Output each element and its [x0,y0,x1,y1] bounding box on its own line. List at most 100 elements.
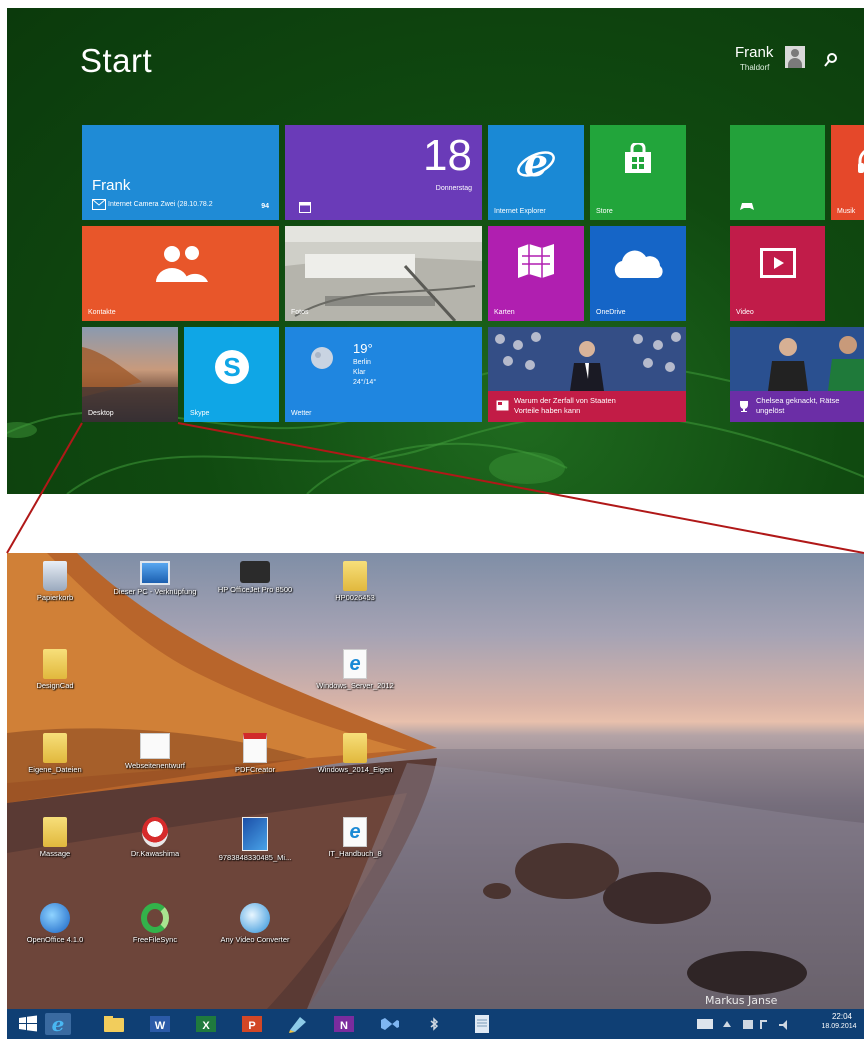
user-name[interactable]: Frank [735,44,773,61]
tile-skype[interactable]: S Skype [184,327,279,422]
explorer-icon[interactable] [101,1013,127,1035]
news-headline-line2: Vorteile haben kann [514,406,581,415]
desktop-icon-designcad[interactable]: DesignCad [10,649,100,690]
desktop-icon-openoffice[interactable]: OpenOffice 4.1.0 [10,903,100,944]
tile-calendar[interactable]: 18 Donnerstag [285,125,482,220]
photo-thumbnail [285,226,482,321]
mail-sender: Frank [92,177,131,194]
desktop-wallpaper-thumbnail [82,347,178,422]
ie-logo-icon: e [517,143,555,183]
tile-label: Skype [190,410,210,417]
desktop-icon-this-pc[interactable]: Dieser PC - Verknüpfung [110,561,200,596]
cloud-icon [614,250,663,278]
powerpoint-icon[interactable]: P [239,1013,265,1035]
desktop-icon-massage[interactable]: Massage [10,817,100,858]
paint-icon[interactable] [285,1013,311,1035]
keyboard-icon [697,1019,713,1029]
desktop-icon-pdfcreator[interactable]: PDFCreator [210,733,300,774]
desktop-icon-dr-kawashima[interactable]: Dr.Kawashima [110,817,200,858]
flag-icon [743,1020,753,1029]
tile-news[interactable]: Warum der Zerfall von Staaten Vorteile h… [488,327,686,422]
desktop-icon-any-video-converter[interactable]: Any Video Converter [210,903,300,944]
network-icon [760,1020,767,1029]
calendar-icon [299,202,311,213]
map-icon [518,244,554,278]
mail-icon [92,199,106,210]
sync-icon [141,903,169,933]
desktop-icon-windows-2014[interactable]: Windows_2014_Eigen [310,733,400,774]
calendar-weekday: Donnerstag [435,185,472,192]
tile-label: Karten [494,309,515,316]
sport-photo [730,327,864,391]
moon-icon [311,347,333,369]
show-hidden-icons-icon [723,1021,731,1027]
user-subtitle: Thaldorf [740,63,770,72]
tile-label: Store [596,208,613,215]
folder-icon [343,733,367,763]
visual-studio-icon[interactable] [377,1013,403,1035]
app-icon [142,817,168,847]
onenote-icon[interactable]: N [331,1013,357,1035]
video-converter-icon [240,903,270,933]
bluetooth-icon[interactable] [423,1013,449,1035]
tile-internet-explorer[interactable]: e Internet Explorer [488,125,584,220]
user-avatar[interactable] [785,46,805,68]
desktop-icon-eigene-dateien[interactable]: Eigene_Dateien [10,733,100,774]
svg-text:e: e [52,1013,65,1035]
weather-temp: 19° [353,341,373,356]
desktop-icon-printer[interactable]: HP OfficeJet Pro 8500 [210,561,300,594]
tile-sport[interactable]: Chelsea geknackt, Rätse ungelöst [730,327,864,422]
tile-label: Wetter [291,410,312,417]
notepad-icon[interactable] [469,1013,495,1035]
tile-photos[interactable]: Fotos [285,226,482,321]
tile-onedrive[interactable]: OneDrive [590,226,686,321]
tile-mail[interactable]: Frank Internet Camera Zwei (28.10.78.2 9… [82,125,279,220]
excel-icon[interactable]: X [193,1013,219,1035]
photographer-signature: Markus Janse [705,994,778,1007]
clock-time[interactable]: 22:04 [822,1012,862,1021]
desktop-icon-book[interactable]: 9783848330485_Mi... [210,817,300,862]
tile-maps[interactable]: Karten [488,226,584,321]
tile-music[interactable]: Musik [831,125,864,220]
recycle-bin-icon [43,561,67,591]
search-icon[interactable] [823,52,839,68]
tile-weather[interactable]: 19° Berlin Klar 24°/14° Wetter [285,327,482,422]
desktop-icon-hp-folder[interactable]: HP0026453 [310,561,400,602]
tile-desktop[interactable]: Desktop [82,327,178,422]
mail-count: 94 [261,203,269,210]
ie-icon[interactable]: e [45,1013,71,1035]
mail-subject: Internet Camera Zwei (28.10.78.2 [108,201,213,208]
desktop-icon-recycle-bin[interactable]: Papierkorb [10,561,100,602]
tile-store[interactable]: Store [590,125,686,220]
tile-games[interactable] [730,125,825,220]
trophy-icon [740,401,748,412]
tile-contacts[interactable]: Kontakte [82,226,279,321]
desktop-icon-windows-server[interactable]: e Windows_Server_2012 [310,649,400,690]
windows-logo-icon[interactable] [15,1013,41,1035]
avatar-body [788,58,802,68]
document-icon [140,733,170,759]
sport-headline-line2: ungelöst [756,406,785,415]
openoffice-icon [40,903,70,933]
tile-label: Internet Explorer [494,208,546,215]
folder-icon [43,733,67,763]
folder-icon [343,561,367,591]
tile-label: Video [736,309,754,316]
start-title: Start [80,42,153,79]
pdf-icon [243,733,267,763]
desktop-icon-webseitenentwurf[interactable]: Webseitenentwurf [110,733,200,770]
word-icon[interactable]: W [147,1013,173,1035]
tile-label: Desktop [88,410,114,417]
people-icon [156,246,208,282]
skype-logo-icon: S [215,350,249,384]
clock-date[interactable]: 18.09.2014 [815,1023,863,1030]
tile-video[interactable]: Video [730,226,825,321]
folder-icon [43,817,67,847]
desktop-icon-it-handbuch[interactable]: e IT_Handbuch_8 [310,817,400,858]
sport-headline-line1: Chelsea geknackt, Rätse [756,396,840,405]
svg-text:X: X [202,1020,210,1032]
computer-icon [140,561,170,585]
desktop-icon-freefilesync[interactable]: FreeFileSync [110,903,200,944]
svg-text:N: N [340,1020,348,1032]
news-icon [496,400,509,411]
